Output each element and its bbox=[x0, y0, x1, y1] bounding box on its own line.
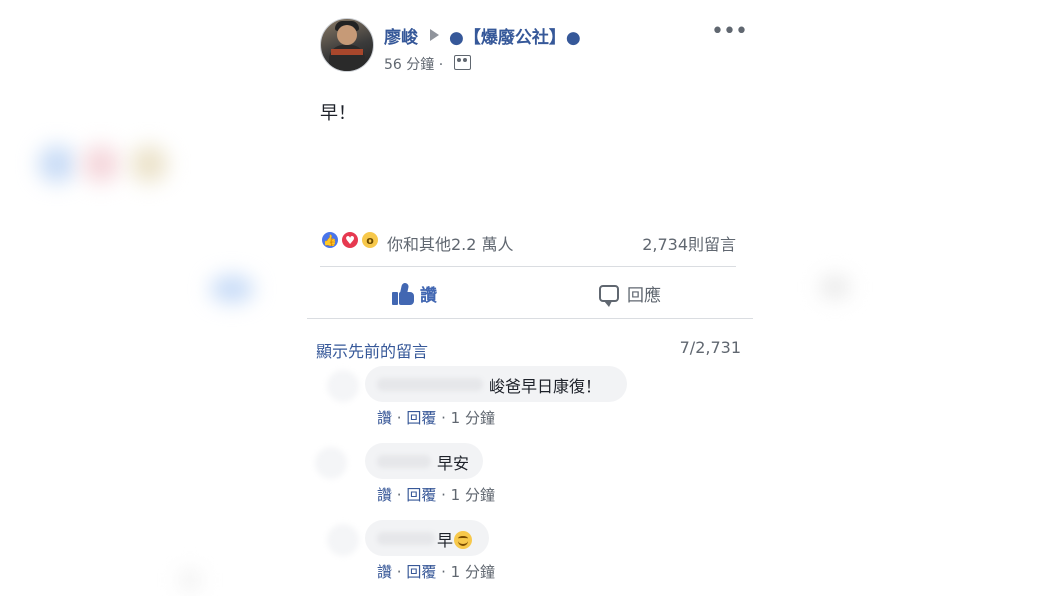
comment-time[interactable]: 1 分鐘 bbox=[451, 409, 495, 427]
comment-text: 峻爸早日康復！ bbox=[489, 377, 602, 396]
comment-reply-link[interactable]: 回覆 bbox=[406, 409, 436, 427]
comment-bubble: 早安 bbox=[365, 443, 483, 479]
wow-icon: o bbox=[360, 230, 380, 250]
comment-reply-link[interactable]: 回覆 bbox=[406, 563, 436, 581]
like-button[interactable]: 讚 bbox=[392, 281, 437, 306]
divider bbox=[320, 266, 736, 267]
more-options-icon[interactable]: ••• bbox=[711, 21, 748, 43]
comment-actions: 讚 · 回覆 · 1 分鐘 bbox=[377, 486, 495, 504]
comment-like-link[interactable]: 讚 bbox=[377, 563, 392, 581]
commenter-avatar[interactable] bbox=[327, 524, 359, 556]
author-avatar[interactable] bbox=[320, 18, 374, 72]
comment-like-link[interactable]: 讚 bbox=[377, 486, 392, 504]
post-card: 廖峻 ●【爆廢公社】● ••• 56 分鐘 · 早！ 👍 ♥ o 你和其他2.2… bbox=[307, 0, 753, 596]
comment-actions: 讚 · 回覆 · 1 分鐘 bbox=[377, 563, 495, 581]
show-previous-comments-link[interactable]: 顯示先前的留言 bbox=[316, 338, 428, 362]
background-blur bbox=[130, 145, 168, 183]
group-name[interactable]: ●【爆廢公社】● bbox=[449, 23, 581, 48]
background-blur bbox=[820, 276, 850, 298]
background-blur bbox=[180, 570, 200, 590]
comment-count[interactable]: 2,734則留言 bbox=[642, 231, 736, 255]
comment-bubble: 峻爸早日康復！ bbox=[365, 366, 627, 402]
comment-time[interactable]: 1 分鐘 bbox=[451, 563, 495, 581]
commenter-avatar[interactable] bbox=[327, 370, 359, 402]
author-name[interactable]: 廖峻 bbox=[384, 23, 418, 48]
comment-like-link[interactable]: 讚 bbox=[377, 409, 392, 427]
love-icon: ♥ bbox=[340, 230, 360, 250]
arrow-right-icon bbox=[430, 29, 439, 41]
comment-text: 早 bbox=[437, 527, 473, 551]
comment-button-label: 回應 bbox=[627, 286, 661, 306]
group-audience-icon bbox=[454, 55, 471, 70]
comment-reply-link[interactable]: 回覆 bbox=[406, 486, 436, 504]
like-button-label: 讚 bbox=[420, 286, 437, 306]
comment-actions: 讚 · 回覆 · 1 分鐘 bbox=[377, 409, 495, 427]
like-icon: 👍 bbox=[320, 230, 340, 250]
comment-bubble: 早 bbox=[365, 520, 489, 556]
comment-time[interactable]: 1 分鐘 bbox=[451, 486, 495, 504]
comment-button[interactable]: 回應 bbox=[599, 281, 661, 307]
background-blur bbox=[38, 145, 76, 183]
commenter-name-redacted[interactable] bbox=[377, 532, 435, 545]
commenter-name-redacted[interactable] bbox=[377, 378, 483, 391]
background-blur bbox=[210, 275, 254, 303]
divider bbox=[307, 318, 753, 319]
post-timestamp[interactable]: 56 分鐘 · bbox=[384, 54, 443, 74]
comment-pager: 7/2,731 bbox=[679, 338, 741, 357]
commenter-avatar[interactable] bbox=[315, 447, 347, 479]
commenter-name-redacted[interactable] bbox=[377, 455, 431, 468]
background-blur bbox=[82, 145, 120, 183]
reaction-summary[interactable]: 你和其他2.2 萬人 bbox=[387, 231, 514, 255]
smiling-face-icon bbox=[454, 531, 473, 549]
comment-text: 早安 bbox=[437, 454, 470, 473]
thumbs-up-icon bbox=[392, 281, 414, 305]
comment-bubble-icon bbox=[599, 285, 619, 307]
post-text: 早！ bbox=[320, 103, 356, 124]
